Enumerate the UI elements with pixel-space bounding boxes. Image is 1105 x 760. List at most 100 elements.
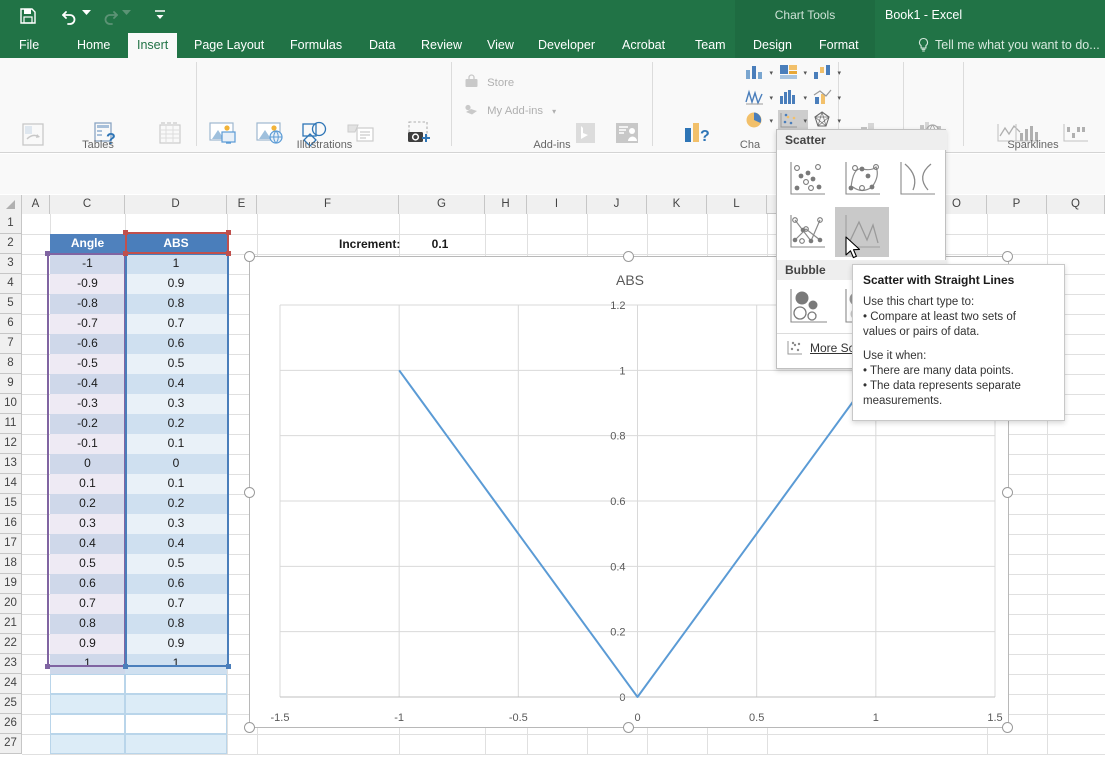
- store-button[interactable]: Store: [464, 74, 554, 93]
- chevron-down-icon[interactable]: ▾: [803, 117, 807, 125]
- row-header-9[interactable]: 9: [0, 374, 22, 394]
- chevron-down-icon[interactable]: ▾: [769, 94, 773, 102]
- gallery-item-scatter-smooth-lines[interactable]: [890, 154, 944, 204]
- table-cell-abs[interactable]: 0.1: [125, 474, 227, 494]
- row-header-23[interactable]: 23: [0, 654, 22, 674]
- statistic-chart-button[interactable]: ▾: [778, 87, 808, 109]
- row-header-26[interactable]: 26: [0, 714, 22, 734]
- tab-team[interactable]: Team: [686, 33, 735, 58]
- table-cell-empty[interactable]: [50, 694, 125, 714]
- table-cell-empty[interactable]: [125, 734, 227, 754]
- column-header-i[interactable]: I: [527, 195, 587, 214]
- table-cell-empty[interactable]: [125, 674, 227, 694]
- chart-resize-handle-ne[interactable]: [1002, 251, 1013, 262]
- tab-format[interactable]: Format: [810, 33, 868, 58]
- table-cell-abs[interactable]: 1: [125, 254, 227, 274]
- undo-icon[interactable]: [60, 6, 82, 27]
- tab-review[interactable]: Review: [412, 33, 471, 58]
- table-cell-angle[interactable]: -0.6: [50, 334, 125, 354]
- row-header-1[interactable]: 1: [0, 214, 22, 234]
- column-header-a[interactable]: A: [22, 195, 50, 214]
- table-cell-empty[interactable]: [50, 734, 125, 754]
- tab-page-layout[interactable]: Page Layout: [185, 33, 273, 58]
- table-cell-angle[interactable]: -0.9: [50, 274, 125, 294]
- row-header-14[interactable]: 14: [0, 474, 22, 494]
- row-header-8[interactable]: 8: [0, 354, 22, 374]
- row-header-2[interactable]: 2: [0, 234, 22, 254]
- gallery-item-scatter-smooth-lines-markers[interactable]: [835, 154, 889, 204]
- table-cell-angle[interactable]: -0.3: [50, 394, 125, 414]
- table-cell-angle[interactable]: 1: [50, 654, 125, 674]
- row-header-7[interactable]: 7: [0, 334, 22, 354]
- row-header-19[interactable]: 19: [0, 574, 22, 594]
- table-cell-abs[interactable]: 0.8: [125, 294, 227, 314]
- column-header-h[interactable]: H: [485, 195, 527, 214]
- chart-resize-handle-se[interactable]: [1002, 722, 1013, 733]
- table-cell-empty[interactable]: [50, 714, 125, 734]
- row-header-11[interactable]: 11: [0, 414, 22, 434]
- chevron-down-icon[interactable]: ▾: [837, 69, 841, 77]
- tab-formulas[interactable]: Formulas: [281, 33, 351, 58]
- column-header-k[interactable]: K: [647, 195, 707, 214]
- table-cell-abs[interactable]: 0.6: [125, 334, 227, 354]
- table-header-abs[interactable]: ABS: [125, 234, 227, 254]
- row-header-15[interactable]: 15: [0, 494, 22, 514]
- table-cell-abs[interactable]: 0.5: [125, 354, 227, 374]
- chevron-down-icon[interactable]: ▾: [769, 69, 773, 77]
- chart-resize-handle-s[interactable]: [623, 722, 634, 733]
- table-cell-angle[interactable]: -0.5: [50, 354, 125, 374]
- table-cell-angle[interactable]: -0.8: [50, 294, 125, 314]
- row-header-20[interactable]: 20: [0, 594, 22, 614]
- table-cell-angle[interactable]: 0.5: [50, 554, 125, 574]
- column-header-j[interactable]: J: [587, 195, 647, 214]
- row-header-12[interactable]: 12: [0, 434, 22, 454]
- table-cell-angle[interactable]: -1: [50, 254, 125, 274]
- tab-developer[interactable]: Developer: [529, 33, 604, 58]
- row-header-25[interactable]: 25: [0, 694, 22, 714]
- tell-me-box[interactable]: Tell me what you want to do...: [935, 33, 1100, 58]
- chevron-down-icon[interactable]: ▾: [837, 94, 841, 102]
- table-cell-abs[interactable]: 0.6: [125, 574, 227, 594]
- save-icon[interactable]: [18, 6, 40, 27]
- row-header-24[interactable]: 24: [0, 674, 22, 694]
- table-cell-abs[interactable]: 0.1: [125, 434, 227, 454]
- line-chart-button[interactable]: ▾: [744, 87, 774, 109]
- column-header-p[interactable]: P: [987, 195, 1047, 214]
- chart-resize-handle-e[interactable]: [1002, 487, 1013, 498]
- chevron-down-icon[interactable]: ▾: [803, 69, 807, 77]
- row-header-16[interactable]: 16: [0, 514, 22, 534]
- chevron-down-icon[interactable]: ▾: [837, 117, 841, 125]
- chevron-down-icon[interactable]: ▾: [803, 94, 807, 102]
- table-cell-angle[interactable]: 0.4: [50, 534, 125, 554]
- row-header-21[interactable]: 21: [0, 614, 22, 634]
- row-header-4[interactable]: 4: [0, 274, 22, 294]
- row-header-3[interactable]: 3: [0, 254, 22, 274]
- select-all-button[interactable]: [0, 195, 22, 214]
- tab-home[interactable]: Home: [68, 33, 119, 58]
- hierarchy-chart-button[interactable]: ▾: [778, 62, 808, 84]
- table-cell-empty[interactable]: [125, 694, 227, 714]
- chevron-down-icon[interactable]: ▾: [769, 117, 773, 125]
- table-cell-abs[interactable]: 0.5: [125, 554, 227, 574]
- table-cell-angle[interactable]: -0.7: [50, 314, 125, 334]
- table-cell-abs[interactable]: 0.4: [125, 374, 227, 394]
- chart-resize-handle-w[interactable]: [244, 487, 255, 498]
- gallery-item-scatter-markers-only[interactable]: [780, 154, 834, 204]
- table-cell-abs[interactable]: 0.2: [125, 494, 227, 514]
- table-cell-abs[interactable]: 0.3: [125, 394, 227, 414]
- table-cell-abs[interactable]: 0.8: [125, 614, 227, 634]
- table-cell-abs[interactable]: 0.9: [125, 274, 227, 294]
- chart-resize-handle-sw[interactable]: [244, 722, 255, 733]
- table-cell-abs[interactable]: 0.2: [125, 414, 227, 434]
- customize-qat-icon[interactable]: [153, 8, 175, 29]
- table-cell-angle[interactable]: -0.4: [50, 374, 125, 394]
- row-header-22[interactable]: 22: [0, 634, 22, 654]
- table-cell-angle[interactable]: 0.9: [50, 634, 125, 654]
- tab-view[interactable]: View: [478, 33, 523, 58]
- table-cell-abs[interactable]: 1: [125, 654, 227, 674]
- column-chart-button[interactable]: ▾: [744, 62, 774, 84]
- gallery-item-scatter-straight-lines-markers[interactable]: [780, 207, 834, 257]
- table-cell-abs[interactable]: 0: [125, 454, 227, 474]
- tab-data[interactable]: Data: [360, 33, 404, 58]
- table-cell-abs[interactable]: 0.9: [125, 634, 227, 654]
